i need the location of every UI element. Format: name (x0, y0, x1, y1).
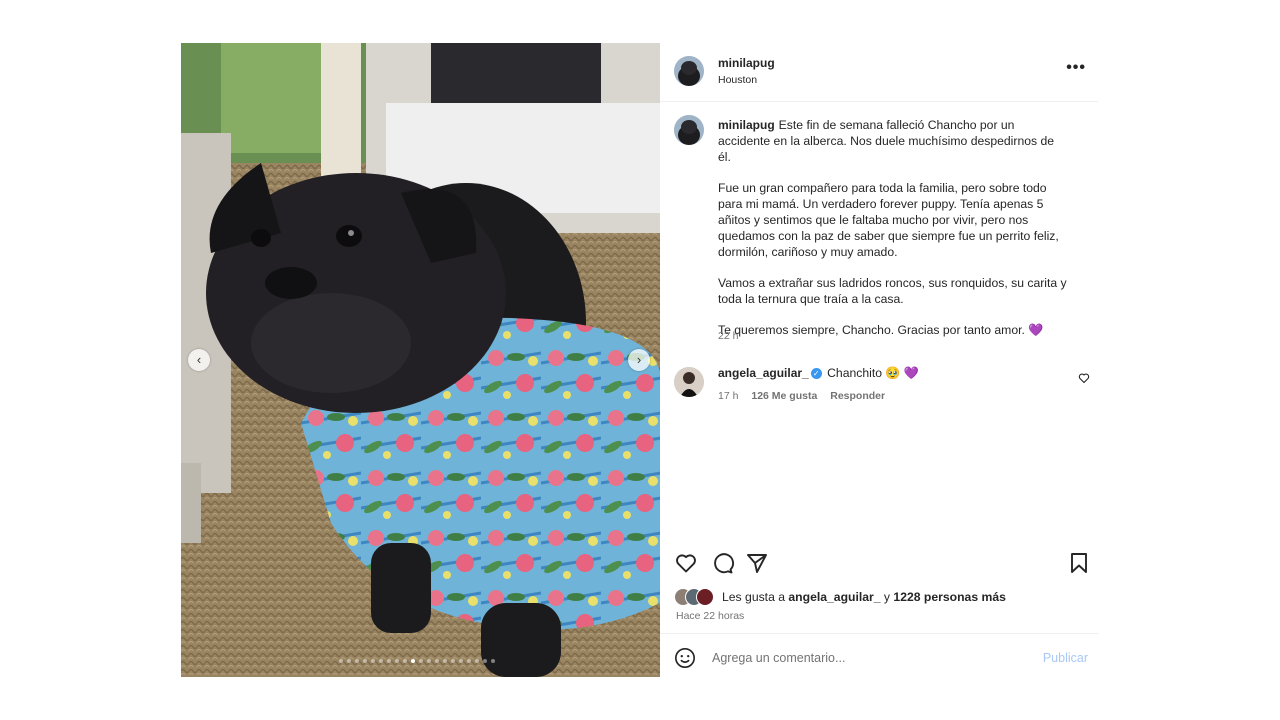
comment-bubble-icon[interactable] (710, 551, 734, 575)
post-actions (660, 551, 1098, 579)
comment-line: angela_aguilar_ ✓ Chanchito 🥹 💜 (718, 366, 919, 380)
caption-avatar[interactable] (674, 115, 704, 145)
likes-user-link[interactable]: angela_aguilar_ (788, 590, 880, 604)
post-media[interactable]: ‹ › (181, 43, 660, 677)
carousel-dot (443, 659, 447, 663)
publish-button[interactable]: Publicar (1043, 651, 1088, 665)
likes-text: Les gusta a angela_aguilar_ y 1228 perso… (722, 590, 1006, 604)
comment-like-heart-icon[interactable] (1078, 372, 1090, 384)
verified-badge-icon: ✓ (810, 368, 822, 380)
caption-paragraph: Te queremos siempre, Chancho. Gracias po… (718, 323, 1044, 337)
likes-prefix: Les gusta a (722, 590, 789, 604)
share-send-icon[interactable] (745, 551, 769, 575)
carousel-dot (379, 659, 383, 663)
author-username[interactable]: minilapug (718, 56, 775, 70)
carousel-dot (435, 659, 439, 663)
caption-section: minilapug Este fin de semana falleció Cha… (660, 101, 1098, 541)
comment-time[interactable]: 17 h (718, 390, 738, 402)
carousel-dot (371, 659, 375, 663)
instagram-post: ‹ › minilapug Houston ••• minilapug Este … (181, 43, 1098, 677)
like-heart-icon[interactable] (674, 551, 698, 575)
save-bookmark-icon[interactable] (1067, 551, 1091, 575)
carousel-dot (339, 659, 343, 663)
carousel-dot (395, 659, 399, 663)
caption-text: minilapug Este fin de semana falleció Cha… (718, 117, 1068, 353)
caption-paragraph: Fue un gran compañero para toda la famil… (718, 181, 1059, 259)
liker-avatar-3 (696, 588, 714, 606)
previous-photo-button[interactable]: ‹ (188, 349, 210, 371)
next-photo-button[interactable]: › (628, 349, 650, 371)
carousel-dot (467, 659, 471, 663)
author-avatar[interactable] (674, 56, 704, 86)
carousel-dot (451, 659, 455, 663)
add-comment-bar: Publicar (660, 633, 1098, 678)
post-location[interactable]: Houston (718, 74, 757, 86)
carousel-dot (411, 659, 415, 663)
caption-paragraph: minilapug Este fin de semana falleció Cha… (718, 117, 1068, 165)
post-header: minilapug Houston ••• (660, 43, 1098, 102)
more-options-icon[interactable]: ••• (1066, 59, 1086, 77)
comment-item: angela_aguilar_ ✓ Chanchito 🥹 💜 17 h 126 … (660, 364, 1098, 414)
likes-joiner: y (880, 590, 894, 604)
carousel-dot (491, 659, 495, 663)
comment-text: Chanchito 🥹 💜 (827, 366, 920, 380)
post-sidebar: minilapug Houston ••• minilapug Este fin … (660, 43, 1098, 677)
comment-likes[interactable]: 126 Me gusta (751, 390, 817, 402)
caption-username[interactable]: minilapug (718, 118, 775, 132)
likes-summary: Les gusta a angela_aguilar_ y 1228 perso… (674, 587, 1094, 607)
posted-time[interactable]: Hace 22 horas (676, 610, 744, 622)
commenter-avatar[interactable] (674, 367, 704, 397)
caption-time[interactable]: 22 h (718, 330, 738, 342)
emoji-smiley-icon[interactable] (674, 647, 696, 669)
carousel-dot (459, 659, 463, 663)
commenter-username[interactable]: angela_aguilar_ (718, 366, 809, 380)
comment-meta: 17 h 126 Me gusta Responder (718, 390, 895, 402)
carousel-dot (427, 659, 431, 663)
carousel-dot (387, 659, 391, 663)
likes-others-link[interactable]: 1228 personas más (893, 590, 1005, 604)
carousel-dot (419, 659, 423, 663)
reply-button[interactable]: Responder (830, 390, 885, 402)
carousel-dot (483, 659, 487, 663)
comment-input[interactable] (710, 646, 1024, 670)
carousel-dots (327, 659, 507, 667)
carousel-dot (363, 659, 367, 663)
carousel-dot (347, 659, 351, 663)
carousel-dot (403, 659, 407, 663)
carousel-dot (355, 659, 359, 663)
carousel-dot (475, 659, 479, 663)
caption-paragraph: Vamos a extrañar sus ladridos roncos, su… (718, 276, 1067, 306)
pug-photo (181, 43, 660, 677)
